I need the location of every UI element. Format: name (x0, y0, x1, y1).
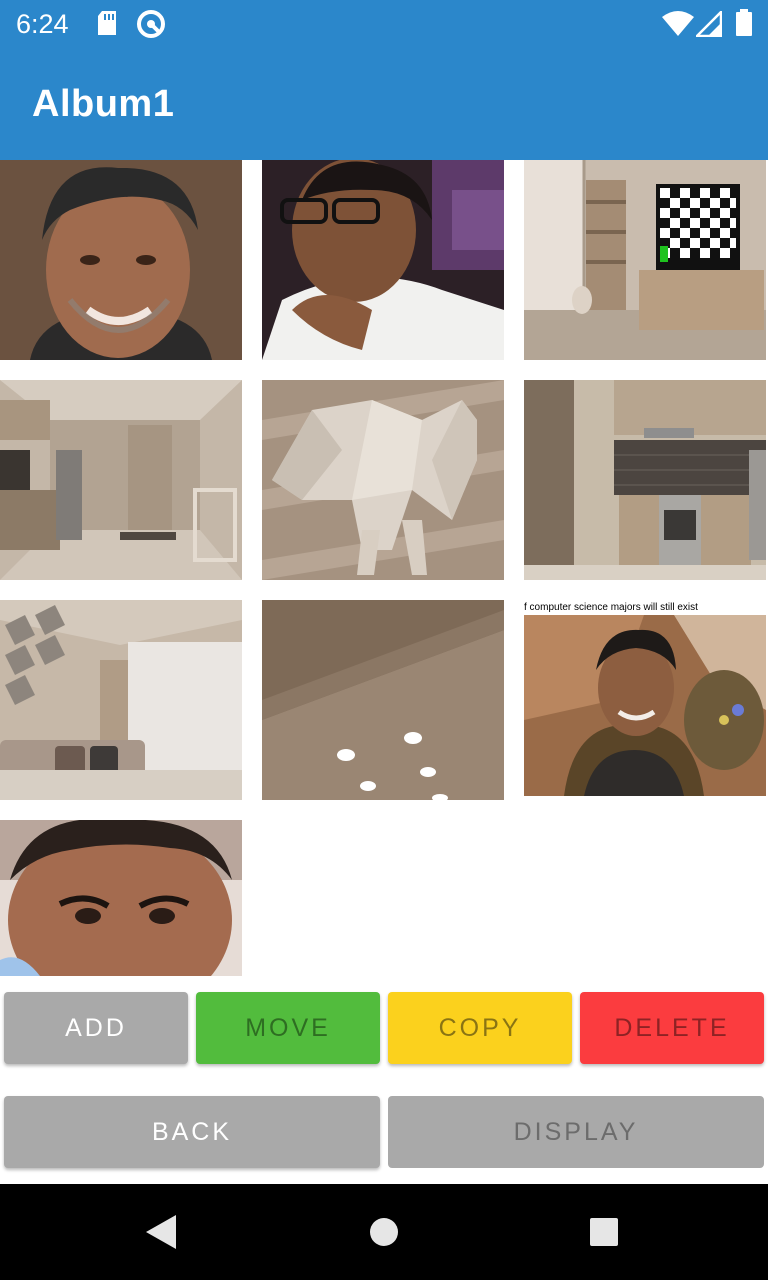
photo-caption: f computer science majors will still exi… (524, 602, 698, 613)
sd-card-icon (96, 10, 118, 41)
status-time: 6:24 (16, 9, 69, 39)
back-button[interactable]: BACK (4, 1096, 380, 1168)
photo-grid: f computer science majors will still exi… (0, 160, 768, 976)
cell-signal-icon (693, 8, 723, 42)
app-bar: Album1 (0, 48, 768, 160)
recents-square-icon[interactable] (589, 1217, 619, 1252)
photo-portrait-closeup[interactable] (0, 820, 242, 976)
vpn-key-icon (136, 9, 166, 44)
add-button[interactable]: ADD (4, 992, 188, 1064)
photo-lowpoly-dog[interactable] (262, 380, 504, 580)
move-button[interactable]: MOVE (196, 992, 380, 1064)
back-triangle-icon[interactable] (146, 1215, 176, 1254)
photo-ceiling-lights[interactable] (262, 600, 504, 800)
wifi-icon (662, 11, 694, 42)
photo-meme[interactable]: f computer science majors will still exi… (524, 600, 766, 800)
photo-kitchen-stove[interactable] (524, 380, 766, 580)
battery-icon (735, 9, 753, 42)
photo-portrait-smiling[interactable] (0, 160, 242, 360)
delete-button[interactable]: DELETE (580, 992, 764, 1064)
photo-kitchen-hallway[interactable] (0, 380, 242, 580)
copy-button[interactable]: COPY (388, 992, 572, 1064)
home-circle-icon[interactable] (369, 1217, 399, 1252)
photo-room-tv[interactable] (524, 160, 766, 360)
page-title: Album1 (32, 83, 175, 125)
status-bar: 6:24 (0, 0, 768, 48)
navigation-bar (0, 1184, 768, 1280)
photo-portrait-thinking[interactable] (262, 160, 504, 360)
photo-living-room[interactable] (0, 600, 242, 800)
display-button[interactable]: DISPLAY (388, 1096, 764, 1168)
